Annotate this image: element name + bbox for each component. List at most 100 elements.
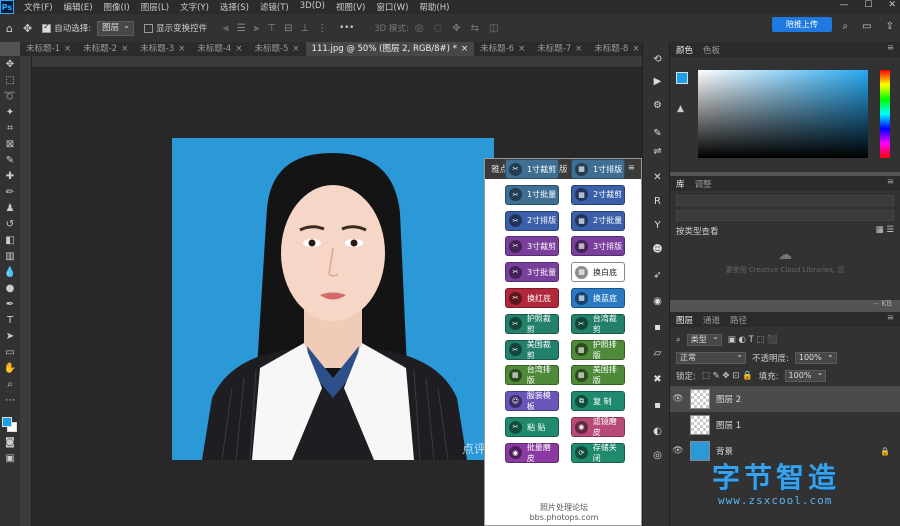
tab-color[interactable]: 颜色 <box>676 44 693 56</box>
properties-icon[interactable]: ⚙ <box>650 98 665 113</box>
rectangle-tool-icon[interactable]: ▭ <box>5 347 14 359</box>
opacity-input[interactable]: 100% <box>794 350 837 364</box>
roll-icon[interactable]: ◌ <box>434 23 443 34</box>
align-bottom-icon[interactable]: ⊥ <box>300 23 309 34</box>
align-center-icon[interactable]: ☰ <box>237 23 246 34</box>
frame-plugin-icon[interactable]: ▱ <box>650 346 665 361</box>
foreground-swatch[interactable] <box>676 72 688 84</box>
share-icon[interactable]: ⇪ <box>886 21 894 32</box>
panel-menu-icon[interactable]: ≡ <box>628 163 635 173</box>
frame-tool-icon[interactable]: ⊠ <box>6 139 14 151</box>
tab-close-icon[interactable]: × <box>178 44 185 54</box>
menu-window[interactable]: 窗口(W) <box>376 1 408 13</box>
align-top-icon[interactable]: ⊤ <box>267 23 276 34</box>
layer-row[interactable]: 图层 1 <box>670 412 900 438</box>
bird-plugin-icon[interactable]: ➶ <box>650 268 665 283</box>
plugin-button[interactable]: ✂ 台湾裁剪 <box>571 313 625 334</box>
plugin-button[interactable]: ▦ 护照排版 <box>571 339 625 360</box>
view-by-type[interactable]: 按类型查看 <box>676 225 719 237</box>
eyedropper-icon[interactable]: ✎ <box>6 155 14 167</box>
lasso-tool-icon[interactable]: ➰ <box>4 91 16 103</box>
plugin-button[interactable]: ✂ 1寸裁剪 <box>505 159 559 179</box>
magic-wand-icon[interactable]: ✦ <box>6 107 14 119</box>
foreground-color[interactable] <box>2 417 12 427</box>
tab-adjustments[interactable]: 调整 <box>695 178 712 190</box>
slide-icon[interactable]: ⇆ <box>471 23 479 34</box>
plugin-button[interactable]: ✂ 3寸批量 <box>505 262 559 283</box>
blur-tool-icon[interactable]: 💧 <box>4 267 16 279</box>
layer-name[interactable]: 图层 1 <box>716 419 741 431</box>
tab-close-icon[interactable]: × <box>632 44 639 54</box>
ra-plugin-icon[interactable]: ◉ <box>650 294 665 309</box>
history-icon[interactable]: ⟲ <box>650 52 665 67</box>
plugin-button[interactable]: ✂ 1寸批量 <box>505 184 559 205</box>
show-transform-checkbox[interactable] <box>144 23 154 33</box>
maximize-button[interactable]: ☐ <box>864 0 872 10</box>
filter-icons[interactable]: ▣ ◐ T ⬚ ⬛ <box>728 335 778 345</box>
tab-untitled-5[interactable]: 未标题-5 × <box>248 42 305 56</box>
plugin-button[interactable]: ⧉ 复 制 <box>571 391 625 412</box>
plugin-button[interactable]: ▦ 台湾排版 <box>505 365 559 386</box>
tab-layers[interactable]: 图层 <box>676 314 693 326</box>
layer-name[interactable]: 图层 2 <box>716 393 741 405</box>
cloud-upload-button[interactable]: 陪推上传 <box>772 17 832 32</box>
close-button[interactable]: ✕ <box>888 0 896 10</box>
eye-icon[interactable]: 👁 <box>670 446 686 456</box>
tab-close-icon[interactable]: × <box>64 44 71 54</box>
adjust-icon[interactable]: ⇌ <box>650 144 665 159</box>
plugin-button[interactable]: ▦ 2寸裁剪 <box>571 184 625 205</box>
auto-select-dropdown[interactable]: 图层 <box>97 20 135 36</box>
tab-untitled-4[interactable]: 未标题-4 × <box>191 42 248 56</box>
orbit-icon[interactable]: ◎ <box>415 23 424 34</box>
plugin-button[interactable]: ◉ 滤镜磨皮 <box>571 417 625 437</box>
rs-plugin-icon[interactable]: ▪ <box>650 398 665 413</box>
document-image[interactable] <box>172 138 494 460</box>
plugin-button[interactable]: ✂ 粘 贴 <box>505 417 559 437</box>
marquee-tool-icon[interactable]: ⬚ <box>5 75 14 87</box>
hand-tool-icon[interactable]: ✋ <box>4 363 16 375</box>
plugin-button[interactable]: ▦ 2寸批量 <box>571 210 625 231</box>
tab-untitled-1[interactable]: 未标题-1 × <box>20 42 77 56</box>
tab-swatches[interactable]: 色板 <box>703 44 720 56</box>
history-brush-icon[interactable]: ↺ <box>6 219 14 231</box>
hue-slider[interactable] <box>880 70 890 158</box>
tab-untitled-7[interactable]: 未标题-7 × <box>531 42 588 56</box>
tab-active-document[interactable]: 111.jpg @ 50% (图层 2, RGB/8#) * × <box>305 42 475 56</box>
color-swatches[interactable] <box>2 417 18 433</box>
align-left-icon[interactable]: ⫷ <box>223 23 229 34</box>
plugin-button[interactable]: ▦ 3寸排版 <box>571 236 625 257</box>
menu-select[interactable]: 选择(S) <box>220 1 249 13</box>
crop-tool-icon[interactable]: ⌗ <box>7 123 13 135</box>
tab-untitled-2[interactable]: 未标题-2 × <box>77 42 134 56</box>
plugin-button[interactable]: ✂ 换红底 <box>505 288 559 308</box>
tab-close-icon[interactable]: × <box>292 44 299 54</box>
brush-settings-icon[interactable]: ✎ <box>650 126 665 141</box>
menu-3d[interactable]: 3D(D) <box>300 1 325 13</box>
eraser-icon[interactable]: ◧ <box>5 235 14 247</box>
tab-close-icon[interactable]: × <box>575 44 582 54</box>
plugin-button[interactable]: ☺ 服装模板 <box>505 391 559 412</box>
type-tool-icon[interactable]: T <box>7 315 13 327</box>
tab-library[interactable]: 库 <box>676 178 685 190</box>
panel-menu-icon[interactable]: ≡ <box>887 313 894 323</box>
layer-row[interactable]: 👁 图层 2 <box>670 386 900 412</box>
auto-select-checkbox[interactable] <box>42 22 52 33</box>
portrait-plugin-icon[interactable]: ☻ <box>650 242 665 257</box>
tab-close-icon[interactable]: × <box>518 44 525 54</box>
fill-input[interactable]: 100% <box>784 368 827 382</box>
minimize-button[interactable]: — <box>839 0 848 10</box>
dr5-plugin-icon[interactable]: ▪ <box>650 320 665 335</box>
pen-tool-icon[interactable]: ✒ <box>6 299 14 311</box>
workspace-icon[interactable]: ▭ <box>862 21 871 32</box>
tab-close-icon[interactable]: × <box>121 44 128 54</box>
panel-menu-icon[interactable]: ≡ <box>887 177 894 187</box>
tab-untitled-6[interactable]: 未标题-6 × <box>474 42 531 56</box>
layer-name[interactable]: 背景 <box>716 445 733 457</box>
menu-layer[interactable]: 图层(L) <box>141 1 169 13</box>
panel-menu-icon[interactable]: ≡ <box>887 43 894 53</box>
plugin-button[interactable]: ✂ 2寸排版 <box>505 210 559 231</box>
clone-stamp-icon[interactable]: ♟ <box>6 203 15 215</box>
align-right-icon[interactable]: ⫸ <box>254 23 260 34</box>
menu-view[interactable]: 视图(V) <box>336 1 365 13</box>
plugin-button[interactable]: ▦ 美国排版 <box>571 365 625 386</box>
